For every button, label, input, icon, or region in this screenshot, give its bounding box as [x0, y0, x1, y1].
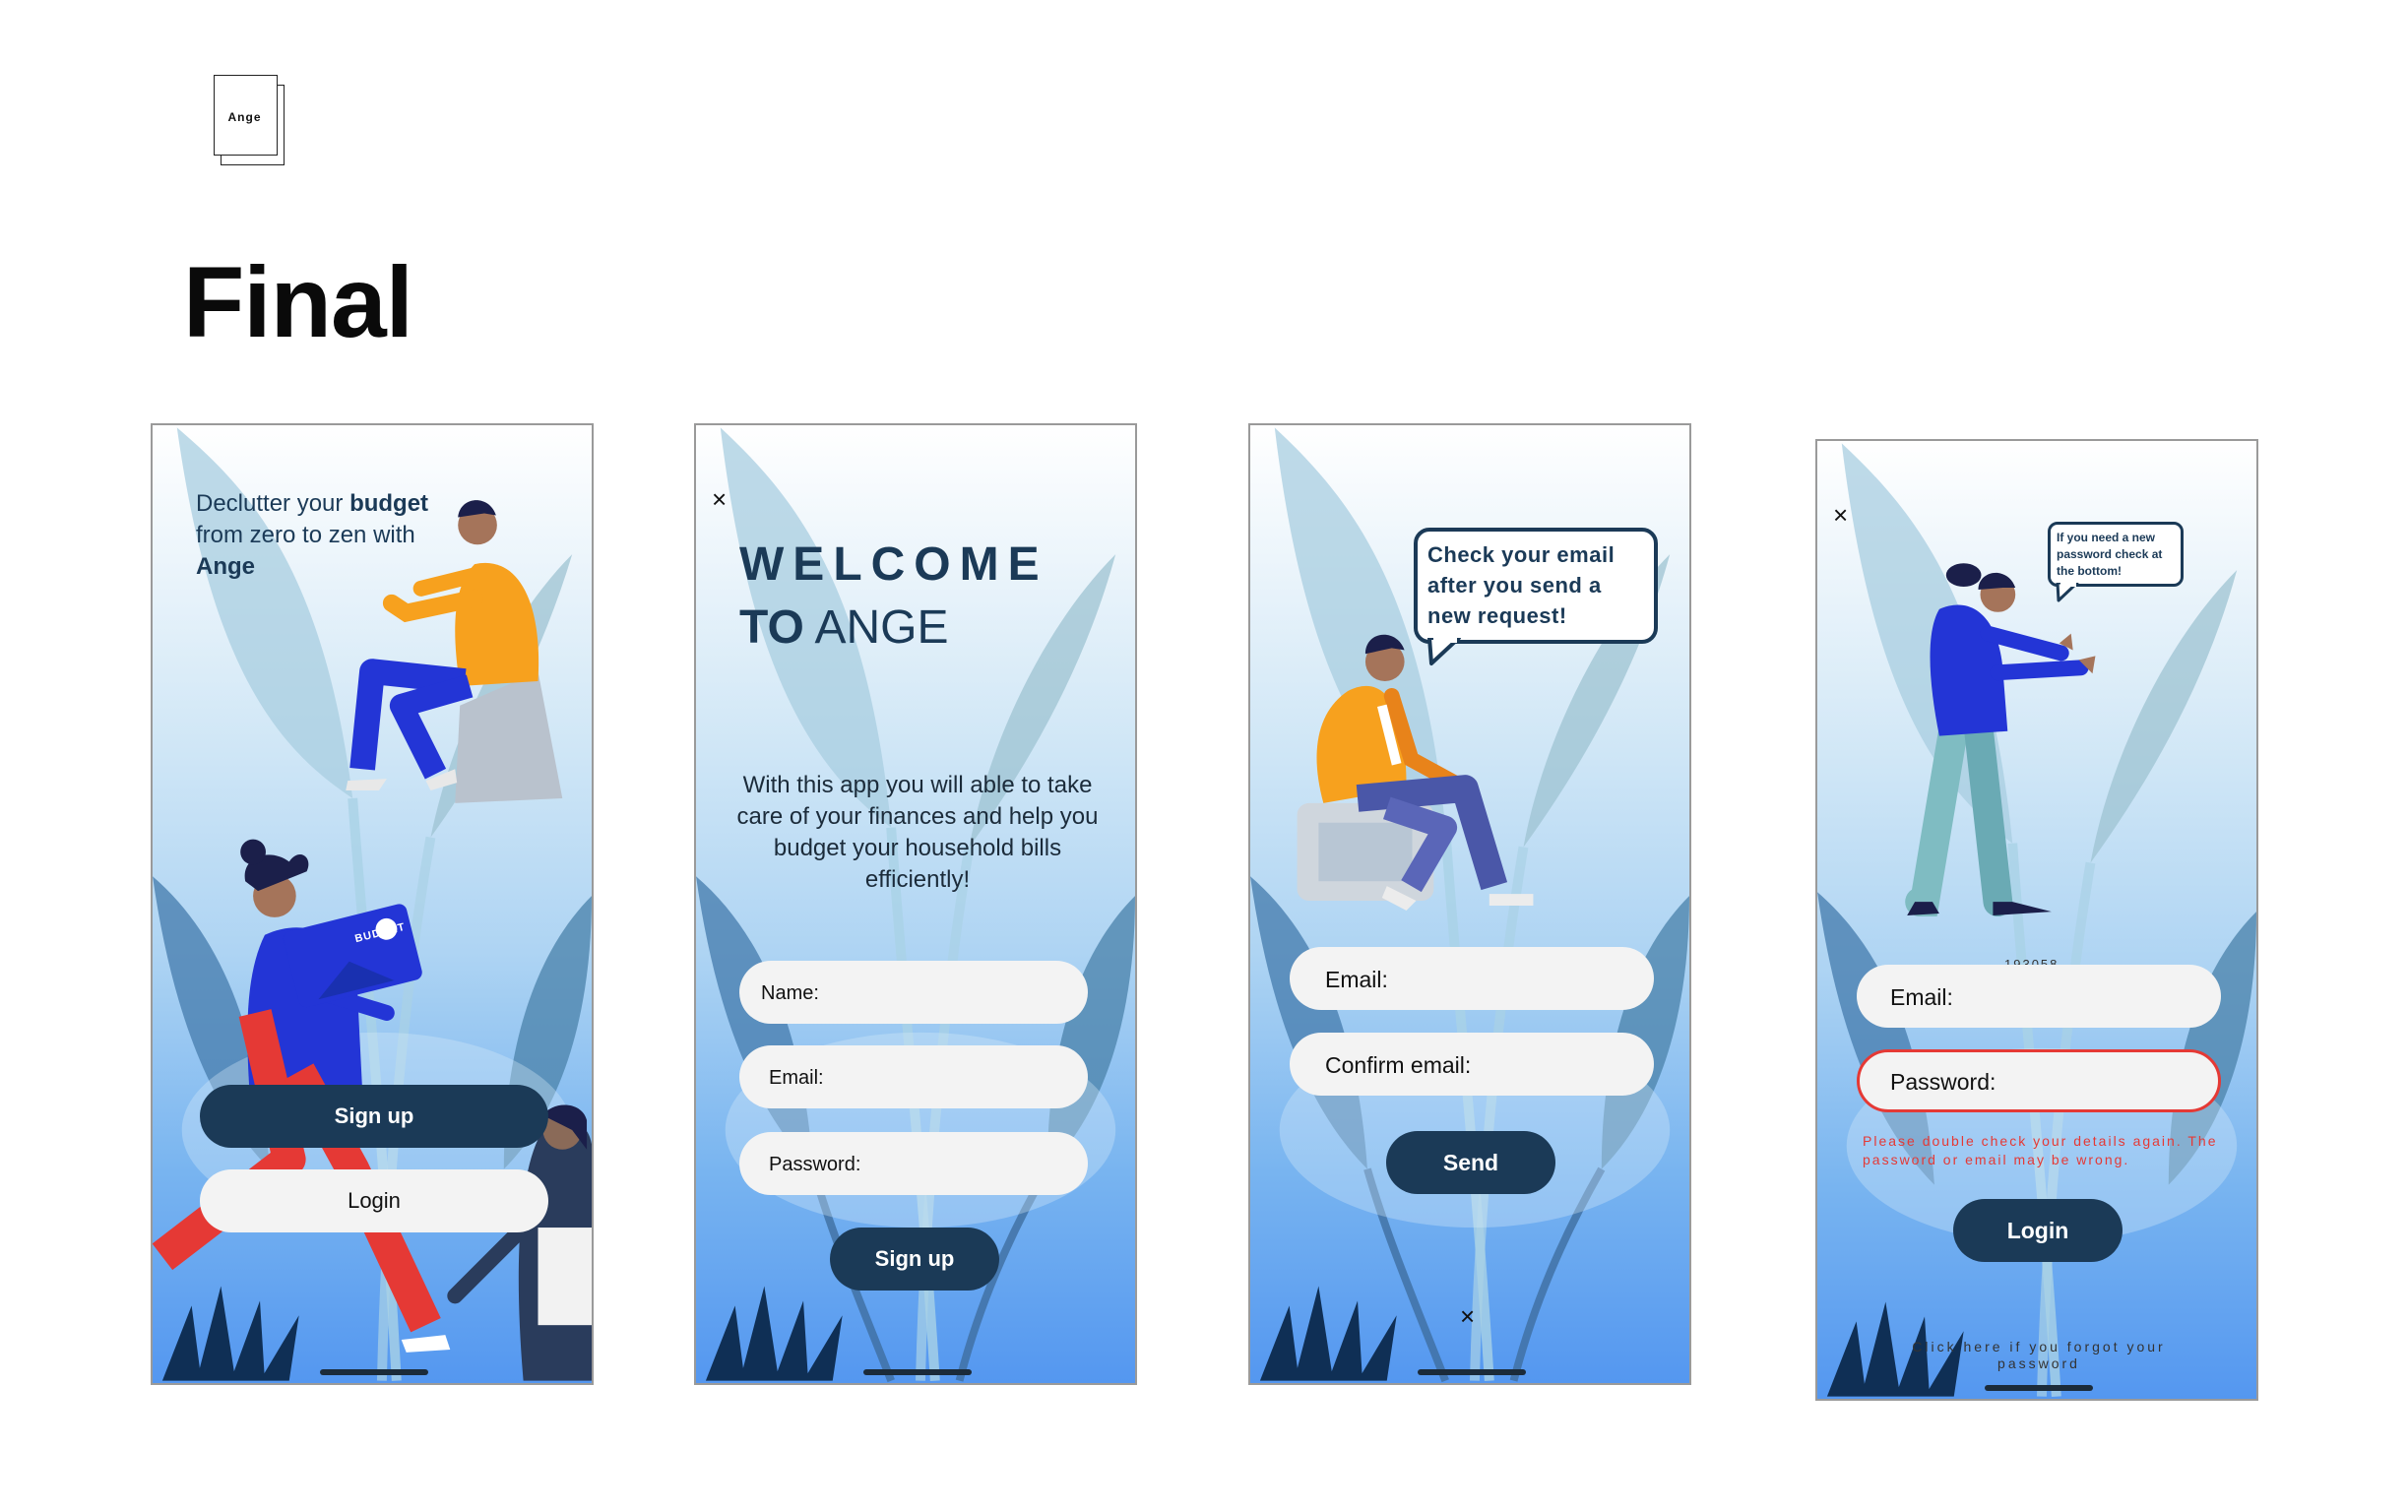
intro-text: With this app you will able to take care… [736, 772, 1099, 893]
screen-login: × If you need a new password check at th… [1815, 439, 2258, 1401]
screen-onboarding: Declutter your budget from zero to zen w… [151, 423, 594, 1385]
error-message: Please double check your details again. … [1863, 1133, 2218, 1167]
confirm-email-field-label: Confirm email: [1325, 1052, 1472, 1078]
page-title: Final [183, 246, 413, 358]
welcome-app-name: ANGE [803, 601, 949, 654]
logo-text: Ange [227, 110, 262, 124]
close-icon[interactable]: × [712, 486, 727, 512]
tagline-text-mid: from zero to zen with [196, 522, 415, 548]
signup-button[interactable]: Sign up [200, 1085, 548, 1148]
welcome-heading: WELCOME [739, 538, 1048, 591]
screen-signup: × WELCOME TO ANGE With this app you will… [694, 423, 1137, 1385]
onboarding-tagline: Declutter your budget from zero to zen w… [196, 488, 472, 583]
name-field-label: Name: [761, 982, 819, 1004]
speech-bubble-tail [1427, 638, 1461, 665]
send-button[interactable]: Send [1386, 1131, 1555, 1194]
welcome-to: TO [739, 601, 804, 654]
password-field-label: Password: [1890, 1069, 1996, 1095]
login-button[interactable]: Login [200, 1169, 548, 1232]
login-submit-button[interactable]: Login [1953, 1199, 2123, 1262]
email-field-label: Email: [769, 1067, 824, 1089]
screen-reset-password: Check your email after you send a new re… [1248, 423, 1691, 1385]
home-indicator [1985, 1385, 2093, 1391]
speech-bubble-tail [2056, 583, 2079, 602]
tagline-text: Declutter your [196, 490, 350, 517]
speech-bubble: If you need a new password check at the … [2048, 522, 2184, 587]
tagline-highlight-budget: budget [349, 490, 429, 517]
home-indicator [1418, 1369, 1526, 1375]
email-field-label: Email: [1325, 967, 1388, 992]
welcome-subheading: TO ANGE [739, 604, 949, 652]
close-icon[interactable]: × [1460, 1303, 1475, 1329]
signup-submit-button[interactable]: Sign up [830, 1228, 999, 1291]
speech-bubble: Check your email after you send a new re… [1414, 528, 1658, 644]
password-field-label: Password: [769, 1154, 861, 1175]
home-indicator [863, 1369, 972, 1375]
home-indicator [320, 1369, 428, 1375]
close-icon[interactable]: × [1833, 502, 1848, 528]
forgot-password-link[interactable]: Click here if you forgot your password [1896, 1339, 2182, 1372]
tagline-highlight-ange: Ange [196, 553, 255, 580]
email-field-label: Email: [1890, 984, 1953, 1010]
ange-logo: Ange [214, 75, 285, 165]
